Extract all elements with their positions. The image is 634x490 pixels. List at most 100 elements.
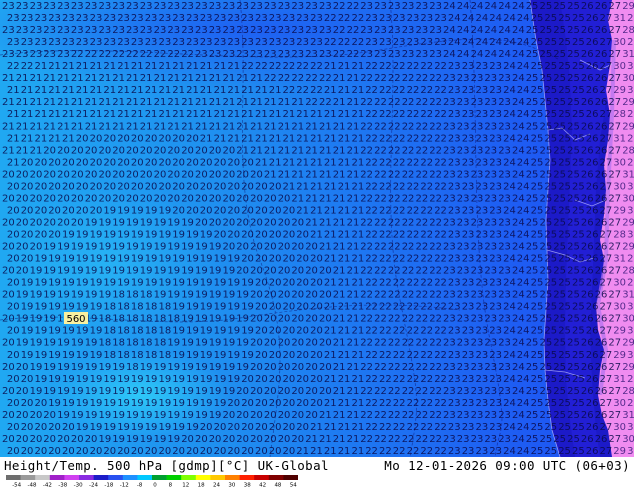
temperature-value: 22	[374, 242, 387, 253]
temperature-value: 20	[250, 193, 263, 204]
temperature-value: 19	[140, 410, 153, 421]
temperature-value: 23	[448, 254, 461, 265]
temperature-value: 23	[484, 290, 497, 301]
temperature-value: 20	[35, 446, 48, 457]
temperature-value: 24	[503, 326, 516, 337]
temperature-value: 22	[333, 49, 346, 60]
temperature-value: 25	[572, 302, 585, 313]
temperature-value: 19	[117, 374, 130, 385]
temperature-value: 23	[498, 218, 511, 229]
temperature-value: 25	[544, 422, 557, 433]
temperature-value: 27	[608, 73, 621, 84]
temperature-value: 26	[586, 13, 599, 24]
temperature-value: 21	[324, 326, 337, 337]
temperature-value: 21	[264, 121, 277, 132]
temperature-value: 23	[498, 242, 511, 253]
temperature-value: 23	[476, 61, 489, 72]
temperature-value: 23	[416, 1, 429, 12]
temperature-value: 22	[420, 109, 433, 120]
temperature-value: 19	[30, 386, 43, 397]
temperature-value: 20	[264, 218, 277, 229]
temperature-value: 23	[264, 1, 277, 12]
temperature-value: 22	[407, 157, 420, 168]
temperature-value: 22	[416, 410, 429, 421]
temperature-value: 20	[223, 434, 236, 445]
temperature-value: 19	[167, 410, 180, 421]
temperature-value: 20	[7, 254, 20, 265]
temperature-value: 20	[30, 242, 43, 253]
temperature-value: 23	[457, 218, 470, 229]
temperature-value: 19	[131, 422, 144, 433]
temperature-value: 23	[159, 37, 172, 48]
temperature-value: 25	[567, 1, 580, 12]
temperature-value: 22	[365, 326, 378, 337]
temperature-value: 22	[379, 374, 392, 385]
temperature-value: 23	[434, 37, 447, 48]
temperature-value: 19	[62, 374, 75, 385]
temperature-value: 19	[43, 266, 56, 277]
temperature-value: 22	[402, 169, 415, 180]
temperature-value: 19	[209, 314, 222, 325]
temperature-value: 20	[305, 338, 318, 349]
temperature-value: 19	[154, 410, 167, 421]
temperature-value: 22	[388, 410, 401, 421]
temperature-value: 23	[310, 37, 323, 48]
temperature-value: 20	[2, 314, 15, 325]
temperature-value: 25	[526, 290, 539, 301]
temperature-value: 21	[255, 157, 268, 168]
temperature-value: 26	[581, 410, 594, 421]
temperature-value: 23	[443, 314, 456, 325]
temperature-value: 25	[540, 169, 553, 180]
temperature-value: 21	[338, 374, 351, 385]
temperature-value: 20	[264, 338, 277, 349]
temperature-value: 21	[99, 121, 112, 132]
temperature-value: 22	[374, 193, 387, 204]
temperature-value: 21	[48, 109, 61, 120]
temperature-value: 22	[379, 133, 392, 144]
temperature-value: 23	[476, 446, 489, 457]
temperature-value: 19	[209, 386, 222, 397]
temperature-value: 25	[526, 121, 539, 132]
temperature-value: 25	[553, 266, 566, 277]
temperature-value: 26	[581, 338, 594, 349]
temperature-value: 20	[255, 230, 268, 241]
temperature-value: 21	[21, 85, 34, 96]
temperature-value: 20	[154, 193, 167, 204]
temperature-value: 21	[333, 193, 346, 204]
temperature-value: 23	[448, 205, 461, 216]
temperature-value: 19	[126, 410, 139, 421]
temperature-value: 20	[90, 133, 103, 144]
temperature-value: 20	[214, 230, 227, 241]
temperature-value: 23	[172, 37, 185, 48]
temperature-value: 20	[255, 398, 268, 409]
temperature-value: 22	[319, 73, 332, 84]
temperature-value: 23	[402, 1, 415, 12]
temperature-value: 21	[352, 302, 365, 313]
temperature-value: 20	[310, 302, 323, 313]
temperature-value: 21	[319, 242, 332, 253]
temperature-value: 30	[613, 398, 626, 409]
temperature-value: 29	[622, 362, 634, 373]
temperature-value: 23	[7, 13, 20, 24]
temperature-value: 20	[7, 181, 20, 192]
temperature-value: 25	[544, 230, 557, 241]
temperature-value: 21	[154, 121, 167, 132]
temperature-value: 20	[48, 157, 61, 168]
temperature-value: 23	[296, 13, 309, 24]
colorbar-tick-label: -54	[12, 483, 21, 488]
temperature-value: 21	[283, 109, 296, 120]
temperature-value: 24	[503, 133, 516, 144]
temperature-value: 20	[126, 145, 139, 156]
temperature-value: 20	[283, 326, 296, 337]
temperature-value: 23	[462, 109, 475, 120]
temperature-value: 23	[99, 25, 112, 36]
temperature-value: 22	[99, 49, 112, 60]
temperature-value: 19	[236, 362, 249, 373]
temperature-value: 22	[296, 61, 309, 72]
temperature-value: 24	[462, 37, 475, 48]
temperature-value: 22	[360, 145, 373, 156]
temperature-value: 19	[112, 242, 125, 253]
temperature-value: 23	[489, 181, 502, 192]
temperature-value: 21	[347, 145, 360, 156]
temperature-value: 22	[319, 97, 332, 108]
